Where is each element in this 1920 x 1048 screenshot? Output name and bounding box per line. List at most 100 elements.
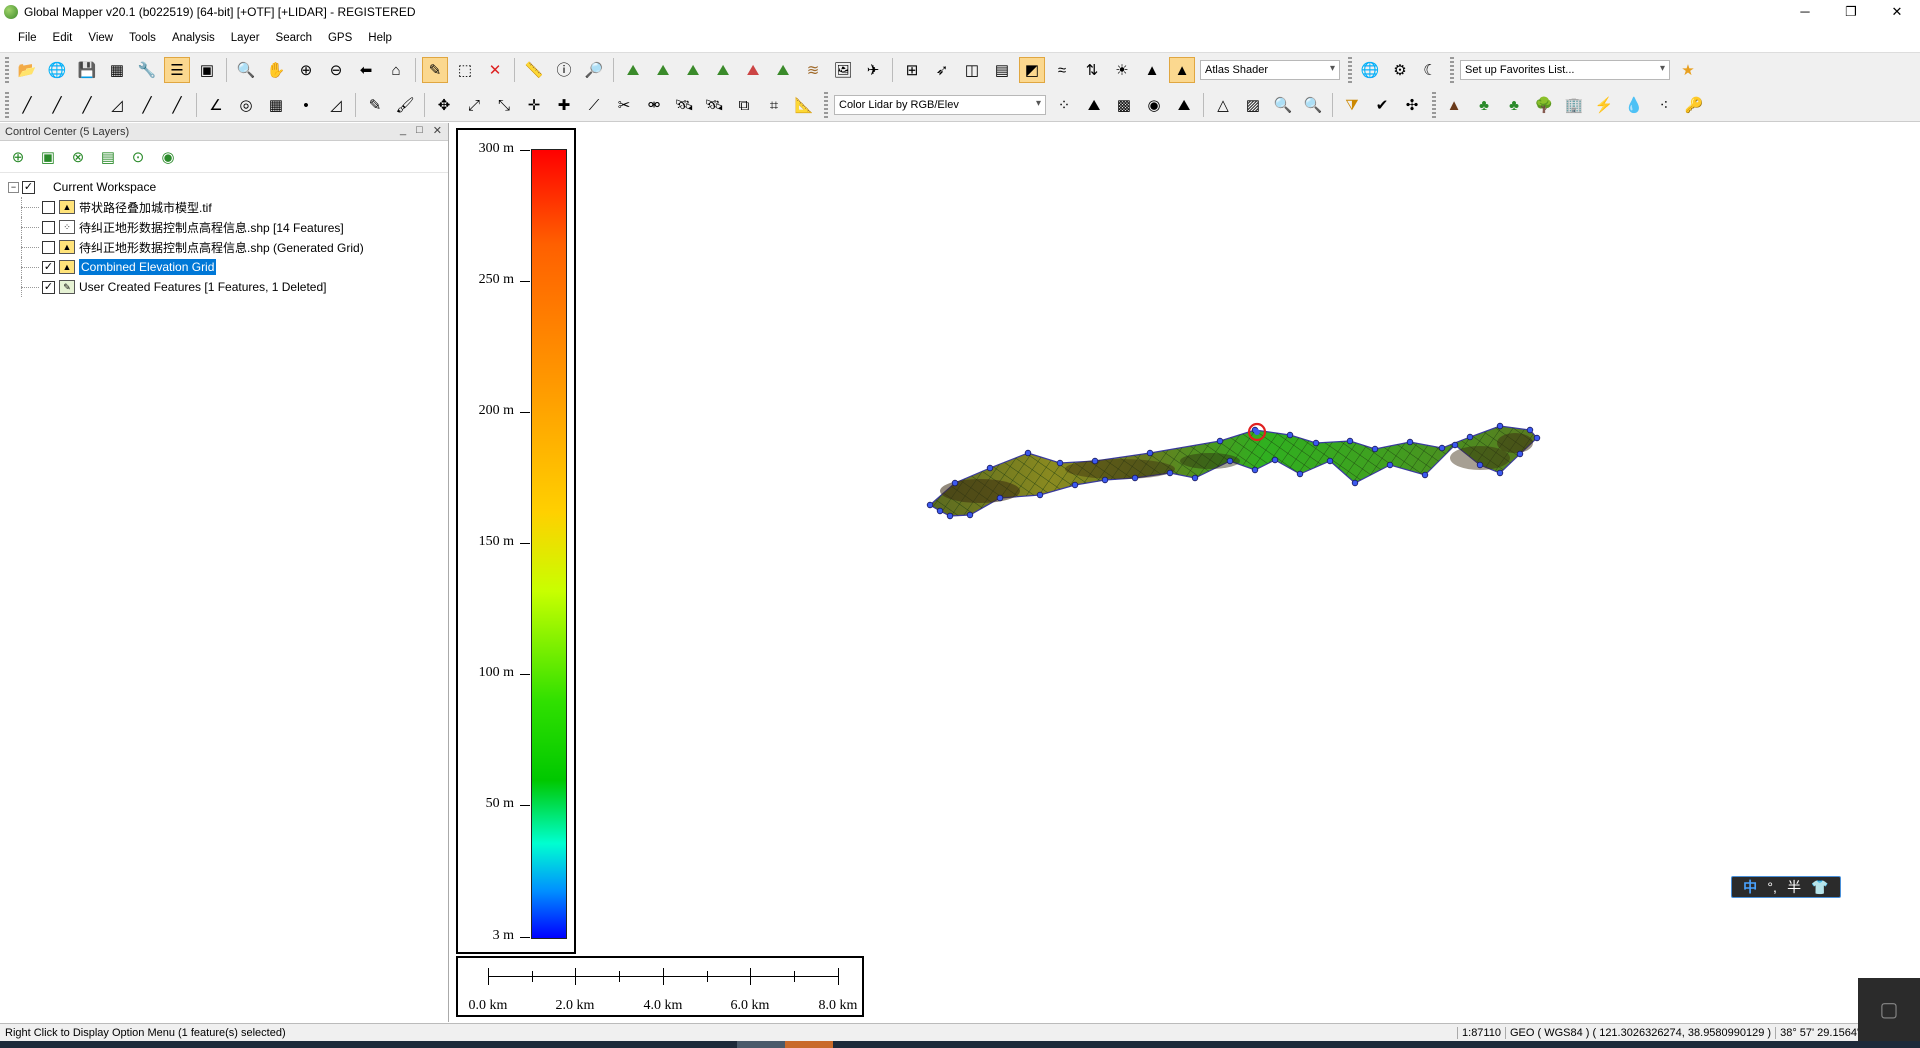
fly-icon[interactable]: ➶ bbox=[929, 57, 955, 83]
layout-icon[interactable]: ▣ bbox=[194, 57, 220, 83]
restore-button[interactable]: ❐ bbox=[1828, 0, 1874, 23]
shader-2-icon[interactable]: ▲ bbox=[1169, 57, 1195, 83]
brush-icon[interactable]: 🖌 bbox=[392, 92, 418, 118]
toolbar-grip[interactable] bbox=[5, 92, 9, 118]
layer-row[interactable]: ▲ 带状路径叠加城市模型.tif bbox=[8, 197, 448, 217]
chat-bubble-icon[interactable]: ▢ bbox=[1880, 997, 1899, 1022]
lighting-icon[interactable]: ☀ bbox=[1109, 57, 1135, 83]
terrain-1-icon[interactable]: ⛰ bbox=[620, 57, 646, 83]
layer-checkbox[interactable] bbox=[42, 200, 55, 214]
view-shed-icon[interactable]: ⛰ bbox=[740, 57, 766, 83]
remove-layer-icon[interactable]: ⊗ bbox=[66, 145, 90, 169]
lidar-points-icon[interactable]: ⁘ bbox=[1051, 92, 1077, 118]
ime-width-toggle[interactable]: 半 bbox=[1787, 877, 1801, 897]
key-icon[interactable]: 🔑 bbox=[1681, 92, 1707, 118]
image-icon[interactable]: 🖼 bbox=[830, 57, 856, 83]
draw-line-5-icon[interactable]: ╱ bbox=[164, 92, 190, 118]
draw-area-icon[interactable]: ◿ bbox=[104, 92, 130, 118]
delete-x-icon[interactable]: ✕ bbox=[482, 57, 508, 83]
ime-language-toggle[interactable]: 中 bbox=[1743, 877, 1757, 897]
vegetation-low-icon[interactable]: ♣ bbox=[1471, 92, 1497, 118]
favorites-star-icon[interactable]: ★ bbox=[1675, 57, 1701, 83]
lidar-classify-icon[interactable]: ▩ bbox=[1111, 92, 1137, 118]
lidar-color-select[interactable]: Color Lidar by RGB/Elev bbox=[834, 95, 1046, 115]
layer-checkbox[interactable] bbox=[42, 220, 55, 234]
panel-close-icon[interactable]: ✕ bbox=[433, 124, 442, 137]
layer-checkbox[interactable] bbox=[42, 240, 55, 254]
show-hide-layer-icon[interactable]: ◉ bbox=[156, 145, 180, 169]
reshape-icon[interactable]: ⤡ bbox=[491, 92, 517, 118]
grid-create-icon[interactable]: ▦ bbox=[263, 92, 289, 118]
feature-search-icon[interactable]: 🔎 bbox=[581, 57, 607, 83]
home-icon[interactable]: ⌂ bbox=[383, 57, 409, 83]
wrench-icon[interactable]: 🔧 bbox=[134, 57, 160, 83]
control-center-icon[interactable]: ☰ bbox=[164, 57, 190, 83]
building-icon[interactable]: 🏢 bbox=[1561, 92, 1587, 118]
terrain-2-icon[interactable]: ⛰ bbox=[650, 57, 676, 83]
globe-icon[interactable]: 🌐 bbox=[44, 57, 70, 83]
draw-line-4-icon[interactable]: ╱ bbox=[134, 92, 160, 118]
taskbar-item[interactable] bbox=[737, 1041, 785, 1048]
move-vertex-icon[interactable]: ✛ bbox=[521, 92, 547, 118]
digitizer-pencil-icon[interactable]: ✎ bbox=[422, 57, 448, 83]
lidar-terrain-icon[interactable]: ⛰ bbox=[1081, 92, 1107, 118]
water-icon[interactable]: 💧 bbox=[1621, 92, 1647, 118]
draw-line-2-icon[interactable]: ╱ bbox=[44, 92, 70, 118]
powerline-icon[interactable]: ⚡ bbox=[1591, 92, 1617, 118]
layer-row[interactable]: ⁘ 待纠正地形数据控制点高程信息.shp [14 Features] bbox=[8, 217, 448, 237]
menu-edit[interactable]: Edit bbox=[45, 32, 81, 44]
3d-view-icon[interactable]: ⊞ bbox=[899, 57, 925, 83]
lidar-extract-icon[interactable]: ◉ bbox=[1141, 92, 1167, 118]
copy-features-icon[interactable]: ⧉ bbox=[731, 92, 757, 118]
night-mode-icon[interactable]: ☾ bbox=[1417, 57, 1443, 83]
menu-help[interactable]: Help bbox=[360, 32, 400, 44]
workspace-checkbox[interactable]: ✓ bbox=[22, 180, 35, 194]
lidar-move-icon[interactable]: ✣ bbox=[1399, 92, 1425, 118]
angle-icon[interactable]: ∠ bbox=[203, 92, 229, 118]
terrain-strip-render[interactable] bbox=[920, 403, 1920, 683]
edit-check-icon[interactable]: ✔ bbox=[1369, 92, 1395, 118]
move-icon[interactable]: ✥ bbox=[431, 92, 457, 118]
edit-vertex-icon[interactable]: ✎ bbox=[362, 92, 388, 118]
menu-analysis[interactable]: Analysis bbox=[164, 32, 223, 44]
layer-metadata-icon[interactable]: ▤ bbox=[96, 145, 120, 169]
minimize-button[interactable]: ─ bbox=[1782, 0, 1828, 23]
lidar-surface-icon[interactable]: ⛰ bbox=[1171, 92, 1197, 118]
draw-line-3-icon[interactable]: ╱ bbox=[74, 92, 100, 118]
open-folder-icon[interactable]: 📂 bbox=[14, 57, 40, 83]
zoom-in-icon[interactable]: ⊕ bbox=[293, 57, 319, 83]
terrain-4-icon[interactable]: ⛰ bbox=[710, 57, 736, 83]
vegetation-med-icon[interactable]: ♣ bbox=[1501, 92, 1527, 118]
layer-row-selected[interactable]: ✓ ▲ Combined Elevation Grid bbox=[8, 257, 448, 277]
menu-view[interactable]: View bbox=[80, 32, 121, 44]
join-icon[interactable]: ⚮ bbox=[641, 92, 667, 118]
menu-file[interactable]: File bbox=[10, 32, 45, 44]
overlay-control-icon[interactable]: ▦ bbox=[104, 57, 130, 83]
vertical-scale-icon[interactable]: ⇅ bbox=[1079, 57, 1105, 83]
ime-toolbar[interactable]: 中 °, 半 👕 bbox=[1731, 876, 1841, 898]
rotate-icon[interactable]: ⤢ bbox=[461, 92, 487, 118]
menu-gps[interactable]: GPS bbox=[320, 32, 360, 44]
contour-icon[interactable]: ≋ bbox=[800, 57, 826, 83]
point-icon[interactable]: • bbox=[293, 92, 319, 118]
close-button[interactable]: ✕ bbox=[1874, 0, 1920, 23]
satellite-2-icon[interactable]: 🛰 bbox=[701, 92, 727, 118]
tree-icon[interactable]: 🌳 bbox=[1531, 92, 1557, 118]
menu-layer[interactable]: Layer bbox=[223, 32, 268, 44]
split-view-icon[interactable]: ◫ bbox=[959, 57, 985, 83]
favorites-select[interactable]: Set up Favorites List... bbox=[1460, 60, 1670, 80]
ime-punctuation-toggle[interactable]: °, bbox=[1767, 879, 1777, 895]
layer-checkbox[interactable]: ✓ bbox=[42, 280, 55, 294]
online-data-icon[interactable]: 🌐 bbox=[1357, 57, 1383, 83]
select-box-icon[interactable]: ⬚ bbox=[452, 57, 478, 83]
menu-search[interactable]: Search bbox=[268, 32, 320, 44]
panel-minimize-icon[interactable]: _ bbox=[400, 124, 406, 137]
panel-float-icon[interactable]: □ bbox=[416, 124, 423, 137]
filter-icon[interactable]: ⧩ bbox=[1339, 92, 1365, 118]
triangle-icon[interactable]: △ bbox=[1210, 92, 1236, 118]
satellite-icon[interactable]: 🛰 bbox=[671, 92, 697, 118]
cut-icon[interactable]: ✂ bbox=[611, 92, 637, 118]
hillshade-icon[interactable]: ◩ bbox=[1019, 57, 1045, 83]
info-icon[interactable]: ⓘ bbox=[551, 57, 577, 83]
add-layer-icon[interactable]: ⊕ bbox=[6, 145, 30, 169]
